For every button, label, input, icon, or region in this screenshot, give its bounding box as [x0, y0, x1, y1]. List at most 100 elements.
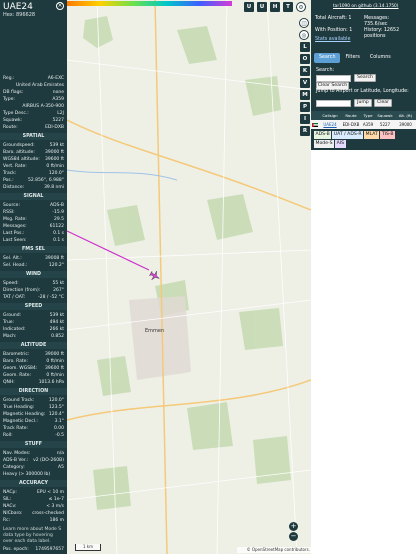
map-button-i[interactable]: I — [300, 114, 310, 124]
legend-ais[interactable]: AIS — [335, 140, 346, 148]
map-view[interactable]: Emmen U U H T ⚙ ◫ ◎ L O K V M P I R + − — [67, 0, 311, 554]
row-callsign[interactable]: UAE24 — [319, 120, 341, 129]
signal-row: Last Pos.: 0.1 s — [3, 230, 64, 237]
fms-row-value: 120.2° — [48, 263, 64, 268]
spatial-row-value: 39.8 nmi — [44, 185, 64, 190]
direction-row-value: 0.00 — [53, 426, 64, 431]
map-button-u2[interactable]: U — [257, 2, 267, 12]
signal-row-label: Last Pos.: — [3, 231, 25, 236]
close-icon[interactable]: × — [56, 2, 64, 10]
map-button-l[interactable]: L — [300, 42, 310, 52]
signal-row-value: 61122 — [49, 224, 64, 229]
table-header-route[interactable]: Route — [341, 111, 361, 120]
map-attribution: © OpenStreetMap contributors. — [237, 547, 311, 553]
altitude-row-label: Baro. Rate: — [3, 359, 28, 364]
altitude-section-header[interactable]: ALTITUDE — [0, 342, 67, 349]
stuff-section-header[interactable]: STUFF — [0, 441, 67, 448]
altitude-row: Geom. WGS84: 39600 ft — [3, 365, 64, 372]
map-button-p[interactable]: P — [300, 102, 310, 112]
direction-row: Track Rate: 0.00 — [3, 425, 64, 432]
spatial-row-label: WGS84 altitude: — [3, 157, 40, 162]
table-header-callsign[interactable]: Callsign — [319, 111, 341, 120]
jump-input[interactable] — [316, 100, 351, 107]
map-button-m[interactable]: M — [300, 90, 310, 100]
map-button-t[interactable]: T — [283, 2, 293, 12]
fms-section-header[interactable]: FMS SEL — [0, 246, 67, 253]
spatial-row: Groundspeed: 539 kt — [3, 142, 64, 149]
spatial-row-value: 539 kt — [49, 143, 64, 148]
map-button-h[interactable]: H — [270, 2, 280, 12]
altitude-row: Barometric: 39000 ft — [3, 351, 64, 358]
legend-adsb[interactable]: ADS-B — [314, 131, 332, 139]
table-header-altitude[interactable]: Alt. (ft) — [395, 111, 416, 120]
zoom-out-button[interactable]: − — [289, 532, 298, 541]
signal-section-header[interactable]: SIGNAL — [0, 193, 67, 200]
spatial-row-label: Pos.: — [3, 178, 14, 183]
center-icon[interactable]: ◎ — [299, 30, 309, 40]
map-button-r[interactable]: R — [300, 126, 310, 136]
detail-row: Type Desc.: L2J — [3, 110, 64, 117]
table-header-squawk[interactable]: Squawk — [375, 111, 395, 120]
settings-gear-icon[interactable]: ⚙ — [296, 2, 306, 12]
zoom-in-button[interactable]: + — [289, 522, 298, 531]
speed-row-value: 539 kt — [49, 313, 64, 318]
speed-row: Indicated: 266 kt — [3, 326, 64, 333]
stats-link[interactable]: Stats available — [315, 37, 350, 43]
tab-columns[interactable]: Columns — [365, 53, 396, 63]
detail-row: DB flags: none — [3, 89, 64, 96]
spatial-section-header[interactable]: SPATIAL — [0, 133, 67, 140]
row-squawk: 5227 — [379, 122, 391, 127]
speed-row: Mach: 0.852 — [3, 333, 64, 340]
map-place-label: Emmen — [145, 328, 164, 334]
accuracy-row-label: Rc: — [3, 518, 11, 523]
legend-mlat[interactable]: MLAT — [364, 131, 380, 139]
fms-row-label: Sel. Alt.: — [3, 256, 22, 261]
fms-row-value: 39008 ft — [44, 256, 64, 261]
clear-jump-button[interactable]: Clear — [374, 99, 392, 107]
legend-modes[interactable]: Mode-S — [314, 140, 335, 148]
map-button-u1[interactable]: U — [244, 2, 254, 12]
map-canvas[interactable]: Emmen — [67, 0, 311, 554]
version-link[interactable]: tar1090 on github (3.14.1750) — [333, 4, 398, 9]
direction-row: Ground Track: 120.0° — [3, 397, 64, 404]
wind-section-header[interactable]: WIND — [0, 271, 67, 278]
direction-row-label: Track Rate: — [3, 426, 29, 431]
wind-row-label: Direction (from): — [3, 288, 41, 293]
direction-row-label: Magnetic Decl.: — [3, 419, 38, 424]
jump-button[interactable]: Jump — [354, 99, 372, 107]
detail-row-label: Squawk: — [3, 118, 23, 123]
search-button[interactable]: Search — [354, 74, 376, 82]
signal-row-label: Last Seen: — [3, 238, 27, 243]
accuracy-row: SIL: ≤ 1e-7 — [3, 496, 64, 503]
layers-icon[interactable]: ◫ — [299, 18, 309, 28]
flag-icon — [311, 120, 319, 129]
map-button-o[interactable]: O — [300, 54, 310, 64]
spatial-row-value: 120.0° — [48, 171, 64, 176]
legend-tisb[interactable]: TIS-B — [380, 131, 396, 139]
speed-section-header[interactable]: SPEED — [0, 303, 67, 310]
tab-filters[interactable]: Filters — [340, 53, 364, 63]
tab-search[interactable]: Search — [314, 53, 341, 63]
aircraft-callsign: UAE24 — [3, 2, 33, 12]
search-input[interactable] — [316, 75, 351, 82]
table-header-flag[interactable] — [311, 111, 319, 120]
wind-row-value: 55 kt — [52, 281, 64, 286]
legend-uat[interactable]: UAT / ADS-R — [332, 131, 364, 139]
position-epoch-value: 1749597657 — [35, 547, 64, 552]
direction-row-label: Ground Track: — [3, 398, 35, 403]
map-button-v[interactable]: V — [300, 78, 310, 88]
speed-row-value: 494 kt — [49, 320, 64, 325]
direction-section-header[interactable]: DIRECTION — [0, 388, 67, 395]
signal-row-value: ADS-B — [50, 203, 64, 208]
table-row[interactable]: UAE24 EDI-DXB A359 5227 39000 — [311, 120, 416, 129]
detail-row-label: Route: — [3, 125, 18, 130]
signal-row-value: 0.1 s — [53, 231, 64, 236]
altitude-color-legend — [67, 1, 232, 6]
spatial-row: WGS84 altitude: 39600 ft — [3, 156, 64, 163]
messages-rate: Messages: 735.6/sec — [364, 16, 390, 27]
altitude-row: QNH: 1013.6 hPa — [3, 379, 64, 386]
table-header-type[interactable]: Type — [361, 111, 375, 120]
fms-row-label: Sel. Head.: — [3, 263, 28, 268]
accuracy-section-header[interactable]: ACCURACY — [0, 480, 67, 487]
map-button-k[interactable]: K — [300, 66, 310, 76]
